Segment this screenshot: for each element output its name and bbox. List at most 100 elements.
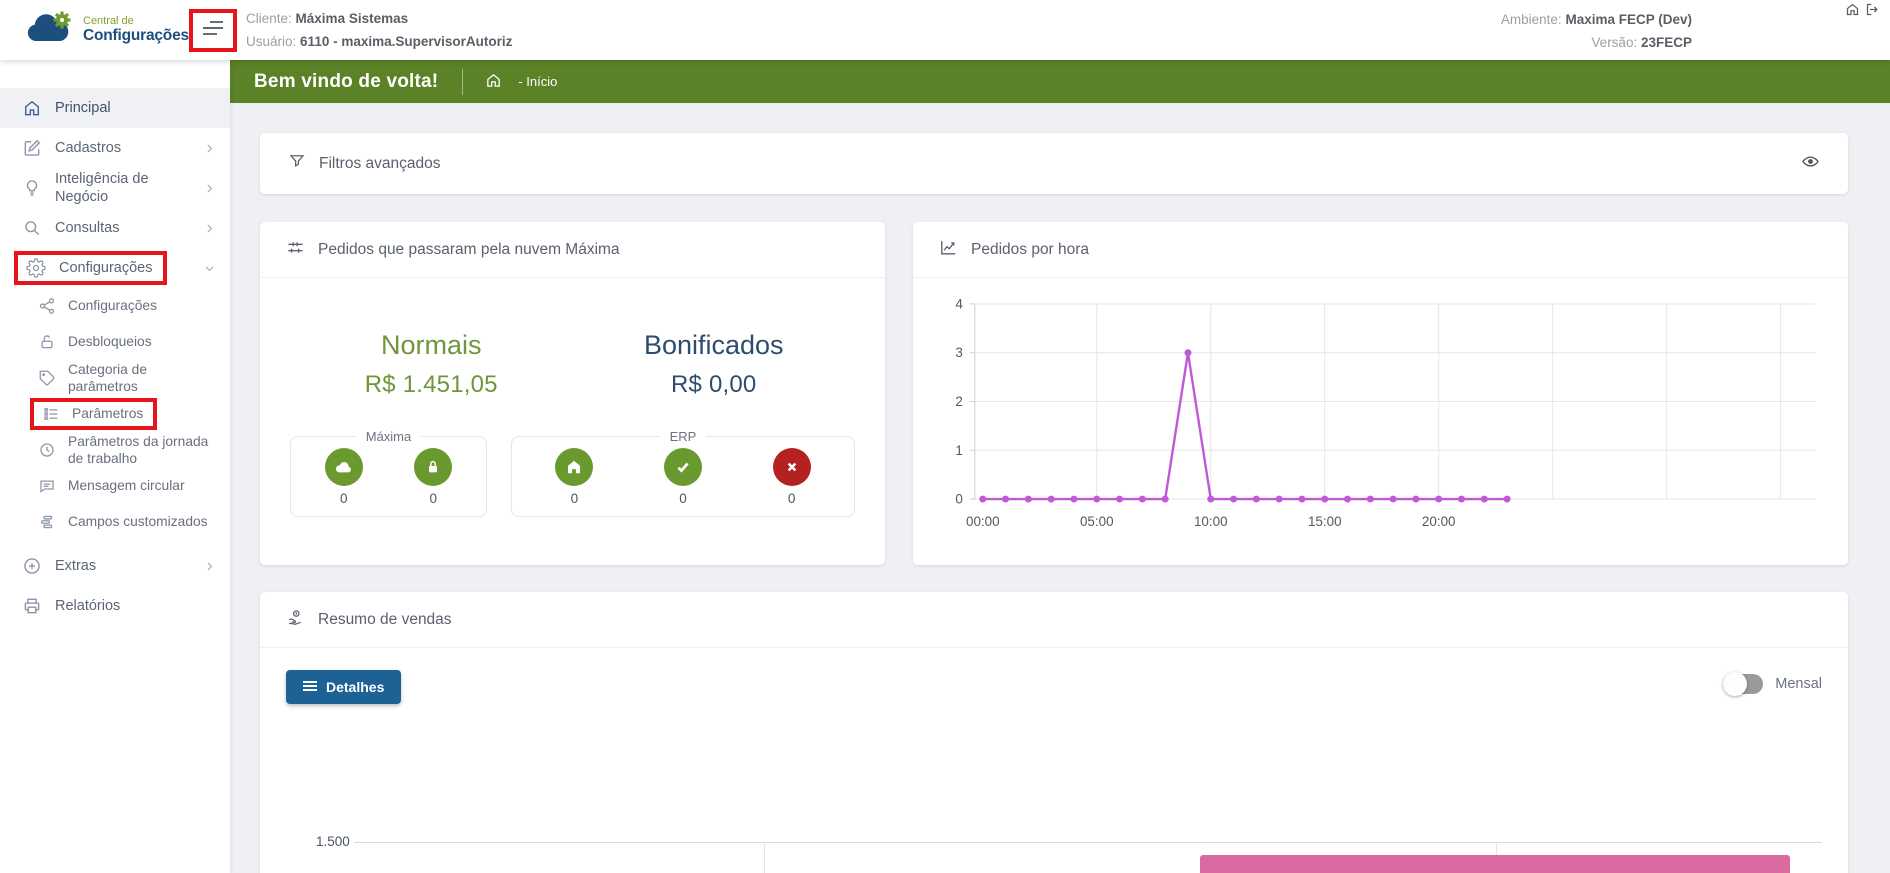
toggle-knob bbox=[1723, 672, 1747, 696]
sidebar-subitem-mensagem-circular[interactable]: Mensagem circular bbox=[0, 468, 230, 504]
sidebar-item-label: Configurações bbox=[59, 259, 153, 277]
sidebar-item-principal[interactable]: Principal bbox=[0, 88, 230, 128]
sales-bar bbox=[1200, 855, 1790, 873]
sales-gridline-horizontal bbox=[354, 842, 1822, 843]
details-button-label: Detalhes bbox=[326, 679, 384, 695]
orders-card-header: Pedidos que passaram pela nuvem Máxima bbox=[260, 222, 885, 278]
sidebar-item-inteligencia-de-negocio[interactable]: Inteligência de Negócio bbox=[0, 168, 230, 208]
sidebar-item-label: Mensagem circular bbox=[68, 477, 185, 494]
sidebar-item-cadastros[interactable]: Cadastros bbox=[0, 128, 230, 168]
highlight-box-configuracoes: Configurações bbox=[14, 251, 167, 285]
erp-group-label: ERP bbox=[660, 429, 707, 444]
maxima-status-group: Máxima 0 bbox=[290, 429, 487, 517]
details-button[interactable]: Detalhes bbox=[286, 670, 401, 704]
sidebar-item-label: Configurações bbox=[68, 297, 157, 314]
cancel-counter: 0 bbox=[773, 448, 811, 506]
logo-text: Central de Configurações bbox=[83, 16, 189, 44]
user-label: Usuário: bbox=[246, 34, 296, 49]
svg-text:0: 0 bbox=[955, 492, 962, 507]
sidebar-item-extras[interactable]: Extras bbox=[0, 546, 230, 586]
list-icon bbox=[303, 679, 317, 695]
sidebar-item-configuracoes[interactable]: Configurações bbox=[0, 248, 230, 288]
sidebar-item-label: Parâmetros da jornada de trabalho bbox=[68, 433, 216, 467]
bonificados-label: Bonificados bbox=[573, 330, 856, 361]
sidebar-item-label: Parâmetros bbox=[72, 405, 143, 422]
svg-text:2: 2 bbox=[955, 394, 962, 409]
cancel-count: 0 bbox=[788, 491, 796, 506]
environment-row: Ambiente: Maxima FECP (Dev) bbox=[1501, 8, 1692, 31]
sidebar-item-label: Principal bbox=[55, 99, 111, 117]
sidebar-item-relatorios[interactable]: Relatórios bbox=[0, 586, 230, 626]
version-label: Versão: bbox=[1591, 35, 1637, 50]
chevron-right-icon bbox=[203, 560, 216, 573]
lock-count: 0 bbox=[429, 491, 437, 506]
orders-cloud-card: Pedidos que passaram pela nuvem Máxima N… bbox=[260, 222, 885, 565]
cloud-counter: 0 bbox=[325, 448, 363, 506]
sidebar-subitem-desbloqueios[interactable]: Desbloqueios bbox=[0, 324, 230, 360]
normais-value: R$ 1.451,05 bbox=[290, 371, 573, 399]
check-counter: 0 bbox=[664, 448, 702, 506]
sidebar-item-label: Extras bbox=[55, 557, 96, 575]
monthly-toggle[interactable] bbox=[1723, 674, 1763, 694]
x-icon bbox=[773, 448, 811, 486]
filter-icon bbox=[288, 152, 306, 175]
hourly-chart-area: 0123400:0005:0010:0015:0020:00 bbox=[913, 278, 1848, 565]
svg-text:4: 4 bbox=[955, 296, 963, 311]
home-count: 0 bbox=[571, 491, 579, 506]
search-icon bbox=[22, 218, 42, 238]
divider bbox=[462, 69, 463, 95]
chevron-right-icon bbox=[203, 182, 216, 195]
orders-per-hour-card: Pedidos por hora 0123400:0005:0010:0015:… bbox=[913, 222, 1848, 565]
sidebar-item-label: Categoria de parâmetros bbox=[68, 361, 216, 395]
environment-label: Ambiente: bbox=[1501, 12, 1562, 27]
filters-title: Filtros avançados bbox=[319, 155, 440, 173]
hamburger-menu-icon[interactable] bbox=[200, 25, 226, 42]
period-toggle-zone: Mensal bbox=[1723, 674, 1822, 694]
chevron-down-icon bbox=[203, 262, 216, 275]
welcome-bar: Bem vindo de volta! - Início bbox=[230, 60, 1890, 103]
top-header: Central de Configurações Cliente: Máxima… bbox=[0, 0, 1890, 60]
session-info: Cliente: Máxima Sistemas Usuário: 6110 -… bbox=[246, 7, 512, 53]
svg-text:05:00: 05:00 bbox=[1080, 514, 1114, 529]
sales-gridline-vertical bbox=[764, 842, 765, 873]
logo-line1: Central de bbox=[83, 16, 189, 28]
printer-icon bbox=[22, 596, 42, 616]
bonificados-block: Bonificados R$ 0,00 bbox=[573, 330, 856, 399]
sidebar-subitem-parametros[interactable]: Parâmetros bbox=[0, 396, 230, 432]
sidebar-nav: Principal Cadastros Inteligência de Negó… bbox=[0, 60, 230, 873]
cloud-gear-logo-icon bbox=[24, 11, 76, 50]
check-count: 0 bbox=[679, 491, 687, 506]
main-content: Filtros avançados Pedidos que passaram p… bbox=[230, 103, 1890, 873]
cloud-icon bbox=[325, 448, 363, 486]
orders-card-title: Pedidos que passaram pela nuvem Máxima bbox=[318, 241, 620, 259]
sales-y-tick: 1.500 bbox=[316, 834, 350, 849]
sales-summary-card: Resumo de vendas Detalhes Mensal bbox=[260, 592, 1848, 873]
home-icon[interactable] bbox=[1845, 2, 1860, 22]
svg-text:10:00: 10:00 bbox=[1194, 514, 1228, 529]
client-value: Máxima Sistemas bbox=[296, 11, 409, 26]
orders-card-body: Normais R$ 1.451,05 Bonificados R$ 0,00 bbox=[260, 278, 885, 565]
eye-icon[interactable] bbox=[1801, 152, 1820, 176]
sidebar-subitem-parametros-da-jornada[interactable]: Parâmetros da jornada de trabalho bbox=[0, 432, 230, 468]
sidebar-subitem-campos-customizados[interactable]: Campos customizados bbox=[0, 504, 230, 540]
sales-card-header: Resumo de vendas bbox=[260, 592, 1848, 648]
highlight-box-parametros: Parâmetros bbox=[30, 398, 157, 430]
sales-card-title: Resumo de vendas bbox=[318, 611, 452, 629]
sidebar-subitem-categoria-de-parametros[interactable]: Categoria de parâmetros bbox=[0, 360, 230, 396]
sidebar-subitem-configuracoes[interactable]: Configurações bbox=[0, 288, 230, 324]
breadcrumb[interactable]: - Início bbox=[485, 72, 557, 92]
lock-counter: 0 bbox=[414, 448, 452, 506]
svg-text:1: 1 bbox=[955, 443, 962, 458]
hand-coin-icon bbox=[286, 608, 305, 632]
sidebar-toggle-highlight-box bbox=[189, 9, 237, 52]
sidebar-item-consultas[interactable]: Consultas bbox=[0, 208, 230, 248]
logout-icon[interactable] bbox=[1865, 2, 1880, 22]
cloud-count: 0 bbox=[340, 491, 348, 506]
welcome-title: Bem vindo de volta! bbox=[254, 71, 438, 93]
hourly-card-title: Pedidos por hora bbox=[971, 241, 1089, 259]
home-icon bbox=[485, 72, 502, 92]
home-icon bbox=[555, 448, 593, 486]
advanced-filters-panel[interactable]: Filtros avançados bbox=[260, 133, 1848, 194]
gear-icon bbox=[26, 258, 46, 278]
sidebar-item-label: Desbloqueios bbox=[68, 333, 152, 350]
